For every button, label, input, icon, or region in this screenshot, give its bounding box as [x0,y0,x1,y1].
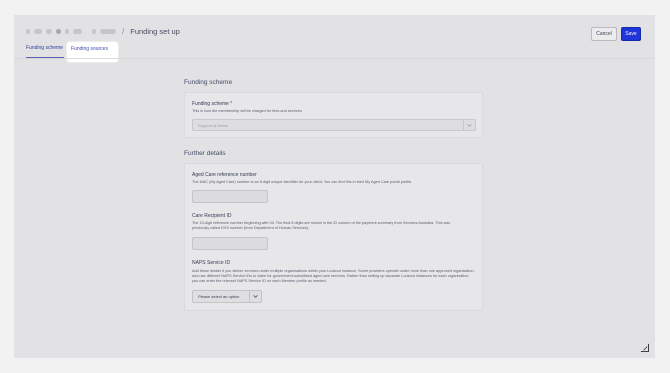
save-button[interactable]: Save [621,27,641,41]
aged-care-reference-help: The MAC (My Aged Care) number is an 8-di… [192,180,413,184]
naps-service-id-help: Add these details if you deliver service… [192,269,474,283]
breadcrumb-blurred-item[interactable] [34,28,42,34]
tab-funding-sources[interactable]: Funding sources [67,42,118,62]
aged-care-reference-input[interactable] [192,190,268,203]
funding-scheme-select[interactable]: Support at Home [192,119,476,131]
chevron-down-icon [249,291,261,302]
funding-scheme-section-title: Funding scheme [184,79,233,86]
care-recipient-id-help: The 10-digit reference number beginning … [192,221,451,230]
care-recipient-id-input[interactable] [192,237,268,250]
tab-funding-sources-label: Funding sources [71,46,108,52]
resize-handle-icon[interactable] [640,343,649,352]
chevron-down-icon [463,120,475,130]
breadcrumb-blurred-item[interactable] [73,28,82,34]
further-details-card: Aged Care reference number The MAC (My A… [184,163,483,311]
tab-bar: Funding scheme Funding sources [14,41,655,62]
breadcrumb-blurred-item[interactable] [26,28,30,34]
naps-service-id-select-value: Please select an option [198,294,240,299]
tab-funding-scheme[interactable]: Funding scheme [26,45,63,51]
cancel-button[interactable]: Cancel [591,27,617,41]
tab-divider [14,58,655,59]
breadcrumb-blurred-item[interactable] [92,28,96,34]
breadcrumb-blurred-item[interactable] [46,28,52,34]
funding-scheme-help: This is how the membership will be charg… [192,109,302,113]
aged-care-reference-label: Aged Care reference number [192,172,257,178]
naps-service-id-label: NAPS Service ID [192,260,231,266]
care-recipient-id-label: Care Recipient ID [192,213,232,219]
further-details-section-title: Further details [184,150,226,157]
breadcrumb-blurred-item[interactable] [56,28,61,34]
breadcrumb-blurred-item[interactable] [100,28,116,34]
funding-scheme-select-placeholder: Support at Home [198,123,229,128]
naps-service-id-select[interactable]: Please select an option [192,290,262,303]
required-mark: * [230,101,233,107]
funding-scheme-label: Funding scheme * [192,101,233,107]
funding-scheme-card: Funding scheme * This is how the members… [184,92,483,138]
page-title: Funding set up [130,26,180,36]
app-window: / Funding set up Cancel Save Funding sch… [14,15,655,358]
breadcrumb-blurred-item[interactable] [65,28,69,34]
breadcrumb-separator: / [122,26,125,36]
breadcrumb: / Funding set up [26,26,180,36]
